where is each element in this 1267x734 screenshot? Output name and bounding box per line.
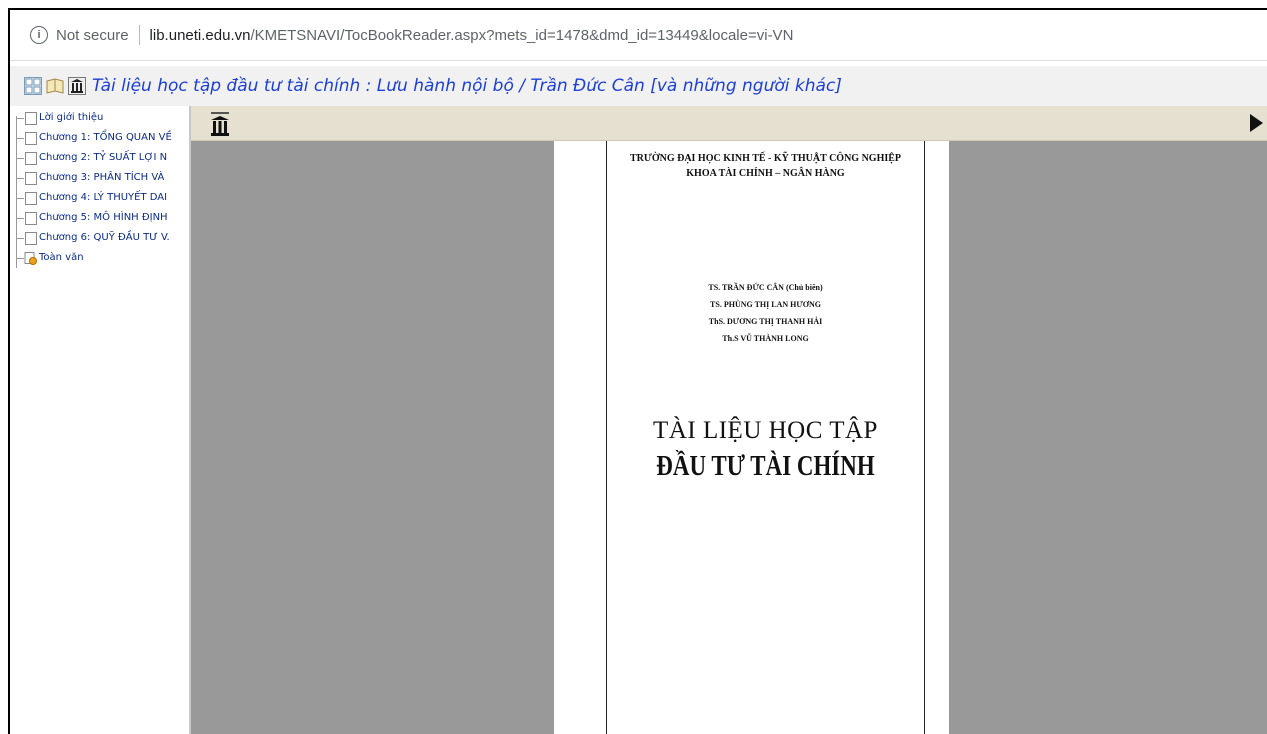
next-page-icon[interactable]	[1250, 114, 1263, 132]
security-label[interactable]: Not secure	[56, 27, 129, 44]
address-divider	[138, 25, 140, 45]
author-line: TS. TRẦN ĐỨC CÂN (Chủ biên)	[708, 283, 823, 292]
toc-item-chapter-1[interactable]: Chương 1: TỔNG QUAN VỀ	[10, 128, 189, 148]
url-path[interactable]: /KMETSNAVI/TocBookReader.aspx?mets_id=14…	[250, 27, 793, 44]
library-logo-icon	[211, 112, 229, 136]
author-line: Th.S VŨ THÀNH LONG	[722, 334, 809, 343]
page-icon	[25, 172, 37, 185]
toc-item-chapter-2[interactable]: Chương 2: TỶ SUẤT LỢI N	[10, 148, 189, 168]
toc-item-label: Chương 1: TỔNG QUAN VỀ	[39, 132, 172, 143]
document-title: Tài liệu học tập đầu tư tài chính : Lưu …	[92, 76, 842, 96]
page-icon	[25, 152, 37, 165]
toc-item-label: Chương 5: MÔ HÌNH ĐỊNH	[39, 212, 168, 223]
toc-item-chapter-6[interactable]: Chương 6: QUỸ ĐẦU TƯ V.	[10, 228, 189, 248]
toc-item-label: Chương 3: PHÂN TÍCH VÀ	[39, 172, 165, 183]
book-title-line-2: ĐẦU TƯ TÀI CHÍNH	[656, 451, 875, 482]
toc-item-fulltext[interactable]: Toàn văn	[10, 248, 189, 268]
page-viewer: TRƯỜNG ĐẠI HỌC KINH TẾ - KỸ THUẬT CÔNG N…	[191, 106, 1267, 734]
book-title-line-1: TÀI LIỆU HỌC TẬP	[653, 417, 878, 444]
viewer-toolbar	[191, 106, 1267, 141]
toc-item-chapter-3[interactable]: Chương 3: PHÂN TÍCH VÀ	[10, 168, 189, 188]
toc-item-chapter-4[interactable]: Chương 4: LÝ THUYẾT DAI	[10, 188, 189, 208]
open-book-icon[interactable]	[46, 77, 64, 95]
toc-panel: Lời giới thiệu Chương 1: TỔNG QUAN VỀ Ch…	[10, 106, 191, 734]
browser-window: i Not secure lib.uneti.edu.vn /KMETSNAVI…	[8, 8, 1267, 734]
toc-item-label: Lời giới thiệu	[39, 112, 104, 123]
page-icon	[25, 232, 37, 245]
toc-item-label: Chương 4: LÝ THUYẾT DAI	[39, 192, 168, 203]
toc-item-label: Chương 6: QUỸ ĐẦU TƯ V.	[39, 232, 170, 243]
info-icon[interactable]: i	[30, 26, 48, 44]
toc-item-label: Toàn văn	[39, 252, 84, 263]
page-border: TRƯỜNG ĐẠI HỌC KINH TẾ - KỸ THUẬT CÔNG N…	[606, 141, 925, 734]
toc-item-label: Chương 2: TỶ SUẤT LỢI N	[39, 152, 168, 163]
document-page: TRƯỜNG ĐẠI HỌC KINH TẾ - KỸ THUẬT CÔNG N…	[554, 141, 949, 734]
page-icon	[25, 212, 37, 225]
toc-item-intro[interactable]: Lời giới thiệu	[10, 108, 189, 128]
page-icon	[25, 132, 37, 145]
faculty-name: KHOA TÀI CHÍNH – NGÂN HÀNG	[686, 168, 845, 179]
fulltext-icon	[24, 252, 37, 265]
toc-item-chapter-5[interactable]: Chương 5: MÔ HÌNH ĐỊNH	[10, 208, 189, 228]
school-name: TRƯỜNG ĐẠI HỌC KINH TẾ - KỸ THUẬT CÔNG N…	[629, 153, 902, 164]
page-icon	[25, 192, 37, 205]
page-icon	[25, 112, 37, 125]
library-icon[interactable]	[68, 77, 86, 95]
url-domain[interactable]: lib.uneti.edu.vn	[150, 27, 251, 44]
reader-titlebar: Tài liệu học tập đầu tư tài chính : Lưu …	[10, 66, 1267, 107]
author-line: TS. PHÙNG THỊ LAN HƯƠNG	[710, 300, 821, 309]
grid-view-icon[interactable]	[24, 77, 42, 95]
author-line: ThS. DƯƠNG THỊ THANH HẢI	[708, 317, 823, 326]
address-bar[interactable]: i Not secure lib.uneti.edu.vn /KMETSNAVI…	[10, 10, 1267, 61]
